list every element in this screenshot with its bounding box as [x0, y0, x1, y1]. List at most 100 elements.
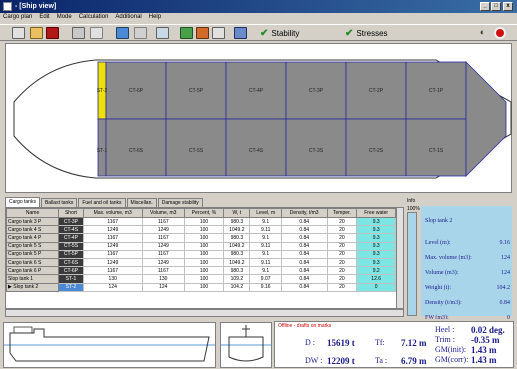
table-cell[interactable]: 9.3 [356, 216, 396, 227]
table-cell[interactable]: 9.11 [249, 257, 282, 268]
stresses-button[interactable]: ✔ Stresses [345, 28, 388, 39]
table-cell[interactable]: 104.2 [223, 282, 251, 292]
table-cell[interactable]: 980.3 [223, 233, 251, 243]
tank-short-cell[interactable]: ST-2 [58, 282, 84, 292]
table-cell[interactable]: 0.84 [280, 249, 328, 259]
save-icon[interactable] [46, 27, 59, 39]
table-cell[interactable]: 1049.2 [223, 257, 251, 268]
record-icon[interactable] [494, 27, 506, 39]
table-cell[interactable]: 9.3 [356, 233, 396, 243]
column-header[interactable]: Volume, m3 [141, 208, 185, 218]
table-cell[interactable]: 9.3 [356, 249, 396, 259]
table-row[interactable]: Cargo tank 4 P CT-4P 1167 1167 100 980.3 9.1 0.… [6, 233, 396, 243]
vertical-scrollbar[interactable] [396, 208, 403, 308]
table-cell[interactable]: 0.84 [280, 257, 328, 268]
table-cell[interactable]: 20 [326, 233, 358, 243]
table-cell[interactable]: 0.84 [280, 266, 328, 276]
print-icon[interactable] [72, 27, 85, 39]
table-cell[interactable]: 109.2 [223, 274, 251, 284]
tank-name-cell[interactable]: Cargo tank 4 S [6, 225, 60, 235]
table-cell[interactable]: 9.1 [249, 249, 282, 259]
menu-mode[interactable]: Mode [57, 14, 72, 23]
column-header[interactable]: Max. volume, m3 [82, 208, 143, 218]
table-cell[interactable]: 20 [326, 249, 358, 259]
table-cell[interactable]: 0.84 [280, 241, 328, 251]
tab-damage-stability[interactable]: Damage stability [157, 198, 203, 207]
table-cell[interactable]: 980.3 [223, 216, 251, 227]
table-cell[interactable]: 9.1 [249, 266, 282, 276]
table-cell[interactable]: 100 [183, 249, 225, 259]
table-row[interactable]: Cargo tank 6 P CT-6P 1167 1167 100 980.3 9.1 0.… [6, 266, 396, 276]
tank-name-cell[interactable]: Cargo tank 6 P [6, 266, 60, 276]
tank-short-cell[interactable]: CT-4S [58, 225, 84, 235]
table-cell[interactable]: 9.1 [249, 233, 282, 243]
table-cell[interactable]: 9.07 [249, 274, 282, 284]
tank-name-cell[interactable]: Slop tank 1 [6, 274, 60, 284]
table-cell[interactable]: 100 [183, 241, 225, 251]
table-cell[interactable]: 20 [326, 257, 358, 268]
menu-help[interactable]: Help [149, 14, 161, 23]
table-cell[interactable]: 100 [183, 257, 225, 268]
table-cell[interactable]: 0.84 [280, 233, 328, 243]
table-cell[interactable]: 20 [326, 225, 358, 235]
table-cell[interactable]: 20 [326, 266, 358, 276]
horizontal-scrollbar[interactable] [5, 309, 404, 317]
table-cell[interactable]: 0.84 [280, 282, 328, 292]
table-cell[interactable]: 9.11 [249, 225, 282, 235]
tool-icon[interactable] [116, 27, 129, 39]
column-header[interactable]: Short [58, 208, 84, 218]
tank-short-cell[interactable]: CT-5P [58, 249, 84, 259]
table-cell[interactable]: 20 [326, 282, 358, 292]
tab-cargo-tanks[interactable]: Cargo tanks [5, 197, 40, 207]
table-row[interactable]: ▶ Slop tank 2 ST-2 124 124 100 104.2 9.16 0.84 2… [6, 282, 396, 292]
column-header[interactable]: Percent, % [183, 208, 225, 218]
table-cell[interactable]: 9.16 [249, 282, 282, 292]
table-cell[interactable]: 0.84 [280, 274, 328, 284]
tab-ballast-tanks[interactable]: Ballast tanks [40, 198, 78, 207]
menu-cargo-plan[interactable]: Cargo plan [3, 14, 32, 23]
table-cell[interactable]: 1249 [141, 257, 185, 268]
plane-icon[interactable] [156, 27, 169, 39]
tab-fuel-oil-tanks[interactable]: Fuel and oil tanks [78, 198, 126, 207]
table-row[interactable]: Slop tank 1 ST-1 130 130 100 109.2 9.07 0.84 20 1… [6, 274, 396, 284]
pointer-icon[interactable] [134, 27, 147, 39]
table-cell[interactable]: 1167 [82, 249, 143, 259]
ballast-icon[interactable] [196, 27, 209, 39]
column-header[interactable]: Density, t/m3 [280, 208, 328, 218]
tank-short-cell[interactable]: CT-6S [58, 257, 84, 268]
tank-name-cell[interactable]: Cargo tank 4 P [6, 233, 60, 243]
table-cell[interactable]: 130 [82, 274, 143, 284]
column-header[interactable]: Temper. [326, 208, 358, 218]
table-cell[interactable]: 0 [356, 282, 396, 292]
tank-short-cell[interactable]: CT-4P [58, 233, 84, 243]
table-cell[interactable]: 0.84 [280, 225, 328, 235]
table-cell[interactable]: 1167 [82, 233, 143, 243]
table-cell[interactable]: 12.6 [356, 274, 396, 284]
minimize-button[interactable]: _ [480, 2, 490, 11]
open-folder-icon[interactable] [30, 27, 43, 39]
tank-name-cell[interactable]: Cargo tank 5 S [6, 241, 60, 251]
table-cell[interactable]: 20 [326, 216, 358, 227]
table-cell[interactable]: 9.2 [356, 266, 396, 276]
table-cell[interactable]: 1167 [82, 266, 143, 276]
table-cell[interactable]: 1049.2 [223, 225, 251, 235]
close-button[interactable]: x [503, 2, 513, 11]
table-row[interactable]: Cargo tank 5 S CT-5S 1249 1249 100 1049.2 9.11… [6, 241, 396, 251]
table-cell[interactable]: 1167 [141, 249, 185, 259]
table-cell[interactable]: 100 [183, 282, 225, 292]
tank-short-cell[interactable]: CT-6P [58, 266, 84, 276]
table-cell[interactable]: 1167 [82, 216, 143, 227]
edit-icon[interactable] [90, 27, 103, 39]
menu-calculation[interactable]: Calculation [79, 14, 109, 23]
table-cell[interactable]: 1249 [82, 225, 143, 235]
tank-name-cell[interactable]: ▶ Slop tank 2 [6, 282, 60, 292]
menu-additional[interactable]: Additional [115, 14, 141, 23]
tab-miscellan[interactable]: Miscellan. [126, 198, 157, 207]
table-cell[interactable]: 20 [326, 274, 358, 284]
table-cell[interactable]: 20 [326, 241, 358, 251]
table-icon[interactable] [234, 27, 247, 39]
tank-short-cell[interactable]: CT-3P [58, 216, 84, 227]
table-cell[interactable]: 100 [183, 274, 225, 284]
table-cell[interactable]: 1249 [82, 241, 143, 251]
table-cell[interactable]: 124 [141, 282, 185, 292]
